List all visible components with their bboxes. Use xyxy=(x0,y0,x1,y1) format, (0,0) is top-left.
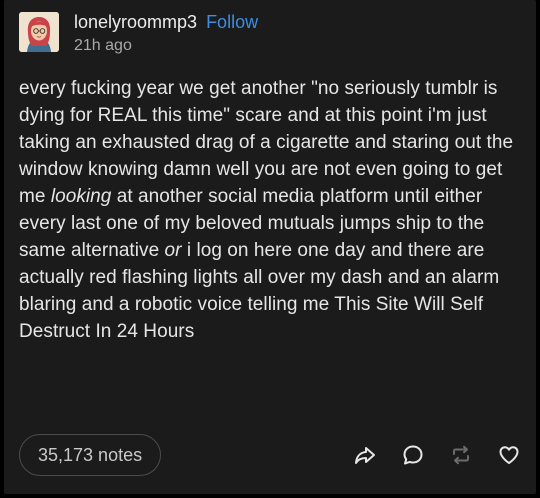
post-body: every fucking year we get another "no se… xyxy=(19,75,524,345)
post-timestamp: 21h ago xyxy=(74,37,132,54)
post-actions xyxy=(329,443,521,467)
follow-button[interactable]: Follow xyxy=(206,12,258,32)
post-footer: 35,173 notes xyxy=(19,433,521,477)
reply-button[interactable] xyxy=(401,443,425,467)
username-link[interactable]: lonelyroommp3 xyxy=(74,12,197,32)
post-card: lonelyroommp3 Follow 21h ago every fucki… xyxy=(4,0,536,494)
reblog-button[interactable] xyxy=(449,443,473,467)
post-body-emphasis-2: or xyxy=(164,240,182,261)
share-button[interactable] xyxy=(353,443,377,467)
avatar[interactable] xyxy=(19,12,59,52)
notes-count-button[interactable]: 35,173 notes xyxy=(19,434,162,476)
avatar-illustration xyxy=(19,12,59,52)
reply-icon xyxy=(403,445,423,465)
like-button[interactable] xyxy=(497,443,521,467)
post-body-emphasis-1: looking xyxy=(50,186,112,207)
heart-icon xyxy=(499,446,519,464)
post-meta: lonelyroommp3 Follow 21h ago xyxy=(74,12,258,54)
name-row: lonelyroommp3 Follow xyxy=(74,12,258,32)
reblog-icon xyxy=(453,445,469,465)
post-header: lonelyroommp3 Follow 21h ago xyxy=(19,12,258,58)
share-icon xyxy=(355,447,375,464)
